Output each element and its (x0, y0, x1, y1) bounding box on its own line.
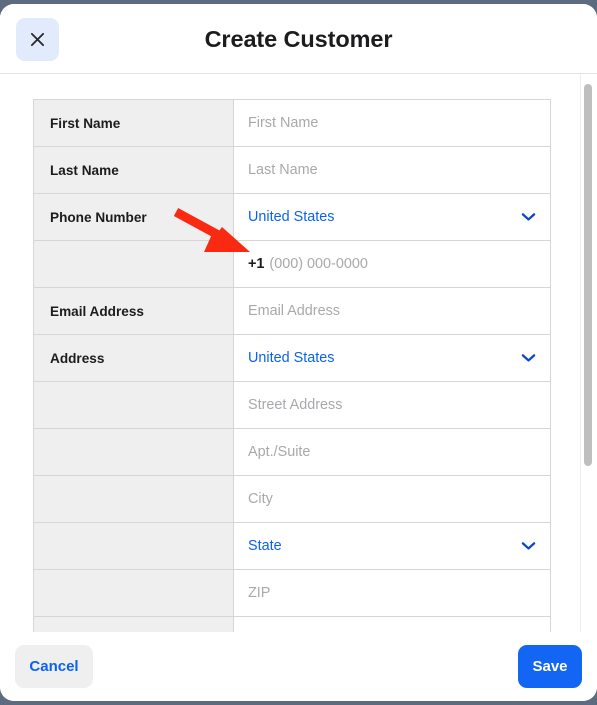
scrollbar-thumb[interactable] (584, 84, 592, 466)
field-label-phone-number: Phone Number (34, 194, 234, 240)
table-row: ZIP (34, 570, 550, 617)
table-row: Apt./Suite (34, 429, 550, 476)
modal-body: First Name First Name Last Name Last Nam… (0, 74, 597, 632)
customer-form-table: First Name First Name Last Name Last Nam… (33, 99, 551, 632)
table-row: First Name First Name (34, 100, 550, 147)
chevron-down-icon (521, 353, 536, 363)
city-field[interactable]: City (234, 476, 550, 522)
zip-field[interactable]: ZIP (234, 570, 550, 616)
phone-number-placeholder: (000) 000-0000 (269, 256, 368, 272)
state-select[interactable]: State (234, 523, 550, 569)
cancel-button[interactable]: Cancel (15, 645, 93, 688)
address-country-value: United States (248, 350, 335, 366)
field-label-spacer (34, 476, 234, 522)
next-field[interactable] (234, 617, 550, 632)
apt-suite-placeholder: Apt./Suite (248, 444, 311, 460)
address-country-select[interactable]: United States (234, 335, 550, 381)
save-button[interactable]: Save (518, 645, 582, 688)
email-address-placeholder: Email Address (248, 303, 340, 319)
zip-placeholder: ZIP (248, 585, 271, 601)
field-label-address: Address (34, 335, 234, 381)
table-row: Address United States (34, 335, 550, 382)
street-address-field[interactable]: Street Address (234, 382, 550, 428)
apt-suite-field[interactable]: Apt./Suite (234, 429, 550, 475)
field-label-first-name: First Name (34, 100, 234, 146)
field-label-spacer (34, 523, 234, 569)
modal-header: Create Customer (0, 4, 597, 74)
chevron-down-icon (521, 212, 536, 222)
modal-footer: Cancel Save (0, 632, 597, 701)
table-row: State (34, 523, 550, 570)
table-row: Last Name Last Name (34, 147, 550, 194)
scrollbar[interactable] (581, 74, 594, 632)
street-address-placeholder: Street Address (248, 397, 343, 413)
table-row: Street Address (34, 382, 550, 429)
table-row (34, 617, 550, 632)
field-label-last-name: Last Name (34, 147, 234, 193)
field-label-spacer (34, 241, 234, 287)
email-address-field[interactable]: Email Address (234, 288, 550, 334)
table-row: City (34, 476, 550, 523)
phone-country-value: United States (248, 209, 335, 225)
chevron-down-icon (521, 541, 536, 551)
first-name-placeholder: First Name (248, 115, 319, 131)
field-label-spacer (34, 429, 234, 475)
create-customer-modal: Create Customer First Name First Name La… (0, 4, 597, 701)
first-name-field[interactable]: First Name (234, 100, 550, 146)
table-row: Email Address Email Address (34, 288, 550, 335)
field-label-email-address: Email Address (34, 288, 234, 334)
state-value: State (248, 538, 282, 554)
page-title: Create Customer (204, 26, 393, 52)
field-label-spacer (34, 617, 234, 632)
field-label-spacer (34, 570, 234, 616)
last-name-placeholder: Last Name (248, 162, 318, 178)
city-placeholder: City (248, 491, 273, 507)
last-name-field[interactable]: Last Name (234, 147, 550, 193)
phone-country-code: +1 (248, 256, 265, 272)
table-row: +1 (000) 000-0000 (34, 241, 550, 288)
field-label-spacer (34, 382, 234, 428)
phone-number-input[interactable]: +1 (000) 000-0000 (234, 241, 550, 287)
screen-root: Create Customer First Name First Name La… (0, 0, 597, 705)
table-row: Phone Number United States (34, 194, 550, 241)
phone-country-select[interactable]: United States (234, 194, 550, 240)
